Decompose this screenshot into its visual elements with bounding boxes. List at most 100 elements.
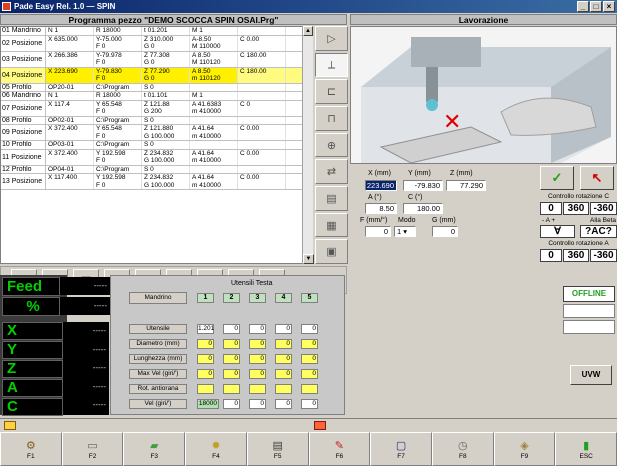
program-scrollbar[interactable]: ▲ ▼ xyxy=(302,26,314,264)
axis-values-panel: ----- ----- ----- ----- ----- xyxy=(63,322,109,415)
tool-column-header[interactable]: 4 xyxy=(275,293,292,303)
tool-value-cell[interactable]: 0 xyxy=(301,399,318,409)
rot-c-neg360[interactable]: -360 xyxy=(590,202,617,215)
tool-value-cell[interactable]: 0 xyxy=(249,399,266,409)
uvw-button[interactable]: UVW xyxy=(570,365,612,385)
scroll-up-icon[interactable]: ▲ xyxy=(303,26,313,36)
function-key-f2[interactable]: ▭ F2 xyxy=(61,432,124,466)
iso-view-button[interactable]: ⊕ xyxy=(315,132,348,158)
tool-value-cell[interactable]: 0 xyxy=(275,339,292,349)
rotation-checkbox[interactable] xyxy=(197,384,214,394)
undo-button[interactable]: ↖ xyxy=(580,166,614,190)
tool-value-cell[interactable]: 0 xyxy=(249,354,266,364)
program-row[interactable]: 10 Profilo OP03-01 C:\Program S 0 xyxy=(1,141,312,150)
ok-button[interactable]: ✓ xyxy=(540,166,574,190)
function-key-esc[interactable]: ▮ ESC xyxy=(555,432,617,466)
c-value[interactable]: 180.00 xyxy=(403,203,443,214)
program-row[interactable]: 04 Posizione X 223.690 Y-79.830 Z 77.290 A 8… xyxy=(1,67,312,84)
program-row[interactable]: 07 Posizione X 117.4 Y 65.548 Z 121.88 A 41.… xyxy=(1,100,312,117)
rot-a-0[interactable]: 0 xyxy=(540,249,562,262)
function-key-f8[interactable]: ◷ F8 xyxy=(431,432,494,466)
arrow-view-button[interactable]: ⇄ xyxy=(315,159,348,185)
program-row[interactable]: 02 Posizione X 635.000 Y-75.000 Z 310.000 A-… xyxy=(1,35,312,52)
tool-value-cell[interactable]: 0 xyxy=(275,399,292,409)
program-row-label: 03 Posizione xyxy=(1,51,46,67)
program-row[interactable]: 06 Mandrino N 1R 18000 t 01.101 M 1 xyxy=(1,92,312,101)
function-key-f1[interactable]: ⚙ F1 xyxy=(0,432,62,466)
tool-value-cell[interactable]: 0 xyxy=(275,354,292,364)
rot-c-360[interactable]: 360 xyxy=(563,202,589,215)
tool-value-cell[interactable]: 0 xyxy=(223,399,240,409)
tool-value-cell[interactable]: 0 xyxy=(249,369,266,379)
tool-value-cell[interactable]: 0 xyxy=(223,354,240,364)
tool-value-cell[interactable]: 0 xyxy=(301,354,318,364)
rot-a-360[interactable]: 360 xyxy=(563,249,589,262)
tool-column-header[interactable]: 3 xyxy=(249,293,266,303)
program-row[interactable]: 08 Profilo OP02-01 C:\Program S 0 xyxy=(1,116,312,125)
rotation-checkbox[interactable] xyxy=(249,384,266,394)
tool-value-cell[interactable]: 0 xyxy=(197,369,214,379)
rotation-checkbox[interactable] xyxy=(301,384,318,394)
function-key-f5[interactable]: ▤ F5 xyxy=(246,432,309,466)
calculator-button[interactable]: ▦ xyxy=(315,212,348,238)
forall-button[interactable]: ∀ xyxy=(540,225,575,238)
mode-select[interactable]: 1 ▾ xyxy=(394,226,416,237)
rotation-checkbox[interactable] xyxy=(223,384,240,394)
tool-value-cell[interactable]: 1.201 xyxy=(197,324,214,334)
f-value[interactable]: 0 xyxy=(365,226,391,237)
rotation-checkbox[interactable] xyxy=(275,384,292,394)
z-value[interactable]: 77.290 xyxy=(446,180,486,191)
tool-column-header[interactable]: 5 xyxy=(301,293,318,303)
program-row[interactable]: 01 Mandrino N 1R 18000 t 01.201 M 1 xyxy=(1,27,312,36)
program-row[interactable]: 13 Posizione X 117.400 Y 192.598 Z 234.832 A… xyxy=(1,174,312,190)
program-table[interactable]: 01 Mandrino N 1R 18000 t 01.201 M 1 02 Posiz… xyxy=(0,26,313,264)
a-value[interactable]: 8.50 xyxy=(365,203,397,214)
scroll-down-icon[interactable]: ▼ xyxy=(303,254,314,264)
tool-value-cell[interactable]: 0 xyxy=(301,369,318,379)
maximize-button[interactable]: □ xyxy=(590,1,602,12)
program-cell: Z 121.88 xyxy=(142,100,190,108)
tool-grid: Utensili Testa Mandrino 1 2 3 4 5 Utensile 1.2… xyxy=(110,275,345,415)
program-cell: OP04-01 xyxy=(46,165,94,173)
tool-value-cell[interactable]: 18000 xyxy=(197,399,219,409)
tool-value-cell[interactable]: 0 xyxy=(301,324,318,334)
program-row[interactable]: 05 Profilo OP20-01 C:\Program S 0 xyxy=(1,83,312,92)
y-value[interactable]: -79.830 xyxy=(403,180,443,191)
function-key-f3[interactable]: ▰ F3 xyxy=(123,432,186,466)
tool-value-cell[interactable]: 0 xyxy=(275,324,292,334)
x-value[interactable]: 223.690 xyxy=(365,180,397,191)
program-row[interactable]: 09 Posizione X 372.400 Y 65.548 Z 121.880 A … xyxy=(1,125,312,141)
tool-value-cell[interactable]: 0 xyxy=(249,324,266,334)
rot-c-0[interactable]: 0 xyxy=(540,202,562,215)
tool-column-header[interactable]: 2 xyxy=(223,293,240,303)
front-view-button[interactable]: ⊓ xyxy=(315,106,348,131)
function-key-f4[interactable]: ✹ F4 xyxy=(185,432,247,466)
tool-value-cell[interactable]: 0 xyxy=(197,354,214,364)
beta-button[interactable]: ?AC? xyxy=(580,225,617,238)
tool-value-cell[interactable]: 0 xyxy=(197,339,214,349)
gear-icon: ✹ xyxy=(211,439,221,452)
tool-value-cell[interactable]: 0 xyxy=(223,369,240,379)
axis-view-button[interactable]: ⟂ xyxy=(315,52,348,78)
display-button[interactable]: ▣ xyxy=(315,239,348,265)
tool-value-cell[interactable]: 0 xyxy=(223,339,240,349)
panel-view-button[interactable]: ▤ xyxy=(315,186,348,211)
function-key-f6[interactable]: ✎ F6 xyxy=(308,432,371,466)
tool-value-cell[interactable]: 0 xyxy=(275,369,292,379)
g-value[interactable]: 0 xyxy=(432,226,458,237)
program-row[interactable]: 11 Posizione X 372.400 Y 192.598 Z 234.832 A… xyxy=(1,149,312,166)
function-key-f9[interactable]: ◈ F9 xyxy=(493,432,556,466)
rot-a-neg360[interactable]: -360 xyxy=(590,249,617,262)
3d-view[interactable]: ✕ xyxy=(350,26,617,164)
function-key-f7[interactable]: ▢ F7 xyxy=(370,432,432,466)
program-row[interactable]: 03 Posizione X 266.386 Y-79.978 Z 77.308 A 8… xyxy=(1,51,312,68)
tool-column-header[interactable]: 1 xyxy=(197,293,214,303)
side-view-button[interactable]: ⊏ xyxy=(315,79,348,105)
close-button[interactable]: × xyxy=(603,1,615,12)
cursor-tool-button[interactable]: ▷ xyxy=(315,26,348,51)
tool-value-cell[interactable]: 0 xyxy=(249,339,266,349)
tool-value-cell[interactable]: 0 xyxy=(301,339,318,349)
program-row[interactable]: 12 Profilo OP04-01 C:\Program S 0 xyxy=(1,165,312,174)
minimize-button[interactable]: _ xyxy=(577,1,589,12)
tool-value-cell[interactable]: 0 xyxy=(223,324,240,334)
